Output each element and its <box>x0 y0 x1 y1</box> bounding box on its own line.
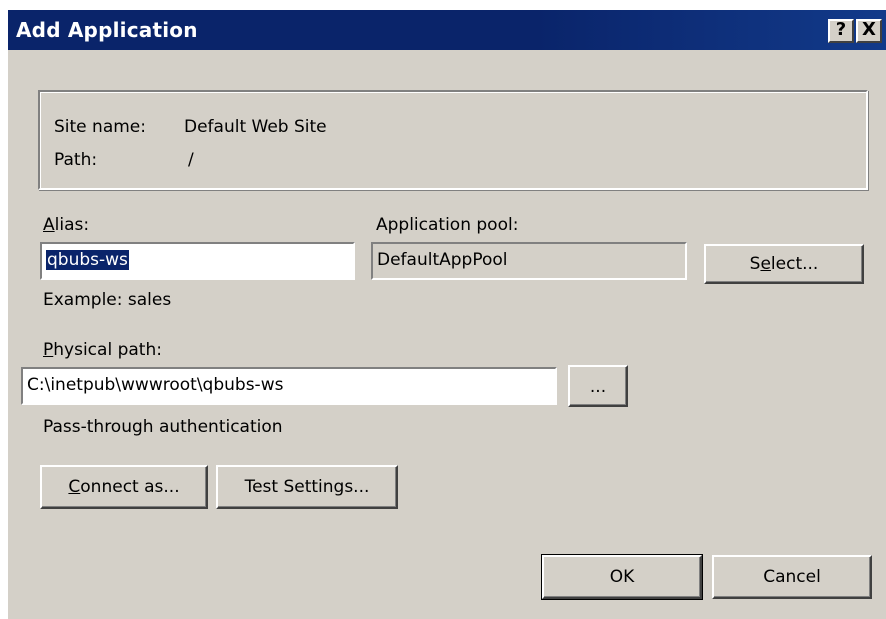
test-settings-label: Test Settings... <box>244 477 370 497</box>
physical-path-label: Physical path: <box>43 340 162 360</box>
application-pool-field: DefaultAppPool <box>371 242 687 280</box>
site-name-label: Site name: <box>54 117 146 137</box>
alias-label-text: lias: <box>54 215 90 235</box>
physical-path-access-key: P <box>43 340 54 360</box>
ok-button[interactable]: OK <box>541 554 703 600</box>
alias-label: Alias: <box>43 215 89 235</box>
test-settings-button[interactable]: Test Settings... <box>216 465 398 509</box>
example-text: Example: sales <box>43 290 172 310</box>
cancel-button[interactable]: Cancel <box>712 555 872 599</box>
connect-as-label: onnect as... <box>80 477 180 497</box>
physical-path-value: C:\inetpub\wwwroot\qbubs-ws <box>27 375 284 395</box>
application-pool-value: DefaultAppPool <box>377 250 508 270</box>
alias-input-value: qbubs-ws <box>46 250 129 270</box>
path-label: Path: <box>54 150 98 170</box>
select-access-key: e <box>760 254 771 274</box>
close-button[interactable]: X <box>856 19 882 43</box>
pass-through-auth-text: Pass-through authentication <box>43 417 283 437</box>
connect-as-button[interactable]: Connect as... <box>40 465 208 509</box>
question-mark-icon: ? <box>835 19 847 40</box>
alias-input[interactable]: qbubs-ws <box>40 242 355 280</box>
alias-access-key: A <box>43 215 55 235</box>
site-name-value: Default Web Site <box>184 117 327 137</box>
cancel-label: Cancel <box>763 567 821 587</box>
title-bar[interactable]: Add Application ? X <box>8 10 886 50</box>
ok-label: OK <box>609 567 635 587</box>
add-application-dialog: Add Application ? X Site name: Default W… <box>6 8 886 619</box>
physical-path-input[interactable]: C:\inetpub\wwwroot\qbubs-ws <box>21 367 557 405</box>
select-label-post: lect... <box>770 254 819 274</box>
browse-path-button[interactable]: ... <box>568 365 628 407</box>
physical-path-label-text: hysical path: <box>53 340 162 360</box>
help-button[interactable]: ? <box>828 19 854 43</box>
path-value: / <box>188 150 194 170</box>
close-icon: X <box>862 19 876 40</box>
ellipsis-icon: ... <box>589 377 607 397</box>
dialog-title: Add Application <box>16 18 198 42</box>
select-app-pool-button[interactable]: Select... <box>704 244 864 284</box>
select-label-pre: S <box>749 254 761 274</box>
site-info-group <box>38 90 868 190</box>
application-pool-label: Application pool: <box>376 215 519 235</box>
connect-as-access-key: C <box>68 477 81 497</box>
